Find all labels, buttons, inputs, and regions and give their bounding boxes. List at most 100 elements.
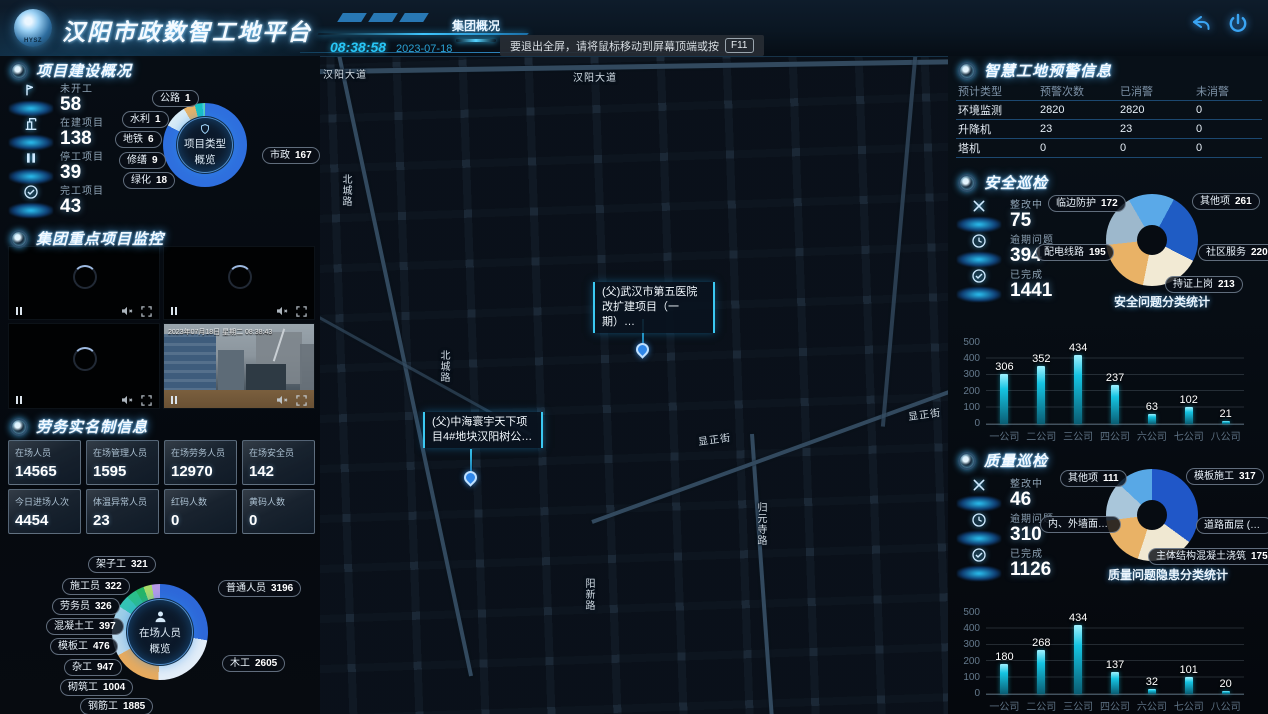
chart-label-pill: 市政167: [262, 147, 320, 164]
time-display: 08:38:58: [330, 39, 386, 55]
section-bullet-icon: [10, 62, 28, 80]
right-panel: 智慧工地预警信息 预计类型预警次数 已消警未消警 环境监测2820 28200 …: [948, 56, 1268, 714]
quality-donut-title: 质量问题隐患分类统计: [1108, 566, 1228, 583]
fullscreen-exit-notice: 要退出全屏，请将鼠标移动到屏幕顶端或按 F11: [500, 35, 764, 56]
road-label: 归元寺路: [753, 502, 768, 546]
top-header: HYSZ 汉阳市政数智工地平台 08:38:58 2023-07-18 集团概况…: [0, 0, 1268, 57]
popup-line2: 改扩建项目（一期）…: [602, 300, 706, 330]
video-player-4[interactable]: 2023年07月18日 星期二 08:38:43: [163, 323, 315, 409]
chart-label-pill: 普通人员3196: [218, 580, 301, 597]
page-title: 汉阳市政数智工地平台: [62, 13, 312, 47]
safety-bar-plot: 306 352 434 237 63 102 21: [986, 342, 1244, 425]
in-construction-icon: [8, 116, 54, 150]
f11-key-badge: F11: [725, 38, 754, 53]
section-key-project-monitoring: 集团重点项目监控: [10, 228, 164, 249]
map-canvas[interactable]: 汉阳大道 汉阳大道 北城路 北城路 显正街 显正街 归元寺路 阳新路 (父)武汉…: [320, 56, 948, 714]
logo-text: HYSZ: [14, 38, 52, 44]
popup-line2: 目4#地块汉阳树公…: [432, 430, 534, 445]
date-display: 2023-07-18: [396, 43, 452, 55]
left-panel: 项目建设概况 未开工 58 在建项目 138 停工项目 39 完工项目 43: [0, 56, 320, 714]
notice-text: 要退出全屏，请将鼠标移动到屏幕顶端或按: [510, 38, 719, 54]
video-timestamp: 2023年07月18日 星期二 08:38:43: [168, 327, 272, 337]
y-axis-labels: 500400 300200 1000: [954, 607, 980, 699]
power-button[interactable]: [1226, 12, 1252, 38]
labor-card: 在场人员14565: [8, 440, 81, 485]
pause-button[interactable]: [171, 307, 177, 315]
map-project-popup[interactable]: (父)中海寰宇天下项 目4#地块汉阳树公…: [423, 412, 543, 448]
chart-label-pill: 绿化18: [123, 172, 175, 189]
mute-icon[interactable]: [276, 306, 288, 316]
section-bullet-icon: [10, 418, 28, 436]
chart-label-pill: 配电线路195: [1036, 244, 1114, 261]
chart-label-pill: 水利1: [122, 111, 169, 128]
safety-bar-chart: 500400 300200 1000 306 352 434 237 63 10…: [954, 342, 1260, 446]
map-project-popup[interactable]: (父)武汉市第五医院 改扩建项目（一期）…: [593, 282, 715, 333]
quality-bar-plot: 180 268 434 137 32 101 20: [986, 612, 1244, 695]
labor-card: 在场管理人员1595: [86, 440, 159, 485]
chart-label-pill: 木工2605: [222, 655, 285, 672]
tab-group-overview[interactable]: 集团概况: [452, 17, 500, 34]
chart-label-pill: 砌筑工1004: [60, 679, 133, 696]
section-project-overview: 项目建设概况: [10, 60, 132, 81]
section-title: 智慧工地预警信息: [984, 60, 1112, 81]
clock: 08:38:58 2023-07-18: [330, 39, 452, 55]
paused-project-icon: [8, 150, 54, 184]
section-title: 质量巡检: [984, 450, 1048, 471]
section-labor-info: 劳务实名制信息: [10, 416, 148, 437]
power-icon: [1226, 12, 1250, 36]
project-type-donut: 项目类型 概览: [163, 103, 247, 187]
chart-label-pill: 道路面层 (…: [1196, 517, 1268, 534]
personnel-donut-center: 在场人员 概览: [127, 599, 193, 665]
safety-stat-done: 已完成1441: [1010, 266, 1052, 301]
chart-label-pill: 施工员322: [62, 578, 130, 595]
done-check-icon: [956, 547, 1002, 581]
labor-card: 在场安全员142: [242, 440, 315, 485]
back-button[interactable]: [1188, 12, 1214, 38]
video-player-2[interactable]: [163, 246, 315, 320]
chart-label-pill: 劳务员326: [52, 598, 120, 615]
chart-label-pill: 临边防护172: [1048, 195, 1126, 212]
labor-card: 黄码人数0: [242, 489, 315, 534]
pause-button[interactable]: [16, 307, 22, 315]
fullscreen-icon[interactable]: [141, 395, 152, 406]
mute-icon[interactable]: [276, 395, 288, 405]
fullscreen-icon[interactable]: [296, 395, 307, 406]
warning-table: 预计类型预警次数 已消警未消警 环境监测2820 28200 升降机23 230…: [956, 82, 1262, 158]
section-smart-site-warnings: 智慧工地预警信息: [958, 60, 1112, 81]
safety-donut-title: 安全问题分类统计: [1114, 293, 1210, 310]
rectifying-icon: [956, 477, 1002, 511]
road-label: 阳新路: [581, 578, 596, 611]
x-axis-labels: 一公司二公司 三公司四公司 六公司七公司 八公司: [986, 698, 1244, 713]
fullscreen-icon[interactable]: [141, 306, 152, 317]
section-safety-inspection: 安全巡检: [958, 172, 1048, 193]
section-bullet-icon: [10, 230, 28, 248]
chart-label-pill: 模板工476: [50, 638, 118, 655]
loading-spinner-icon: [73, 347, 97, 371]
section-quality-inspection: 质量巡检: [958, 450, 1048, 471]
table-row: 塔机0 00: [956, 138, 1262, 158]
chart-label-pill: 公路1: [152, 90, 199, 107]
labor-card: 体温异常人员23: [86, 489, 159, 534]
stat-paused: 停工项目 39: [60, 148, 104, 183]
section-bullet-icon: [958, 174, 976, 192]
popup-line1: (父)武汉市第五医院: [602, 285, 706, 300]
table-row: 升降机23 230: [956, 119, 1262, 138]
x-axis-labels: 一公司二公司 三公司四公司 六公司七公司 八公司: [986, 428, 1244, 443]
chart-label-pill: 主体结构混凝土浇筑175: [1148, 548, 1268, 565]
road-label: 汉阳大道: [323, 66, 367, 81]
pause-button[interactable]: [171, 396, 177, 404]
video-player-3[interactable]: [8, 323, 160, 409]
shield-icon: [199, 123, 211, 135]
loading-spinner-icon: [73, 265, 97, 289]
fullscreen-icon[interactable]: [296, 306, 307, 317]
chart-label-pill: 修缮9: [119, 152, 166, 169]
pause-button[interactable]: [16, 396, 22, 404]
chart-label-pill: 杂工947: [64, 659, 122, 676]
mute-icon[interactable]: [121, 306, 133, 316]
completed-project-icon: [8, 184, 54, 218]
chart-label-pill: 地铁6: [115, 131, 162, 148]
overdue-clock-icon: [956, 512, 1002, 546]
video-player-1[interactable]: [8, 246, 160, 320]
mute-icon[interactable]: [121, 395, 133, 405]
chart-label-pill: 混凝土工397: [46, 618, 124, 635]
